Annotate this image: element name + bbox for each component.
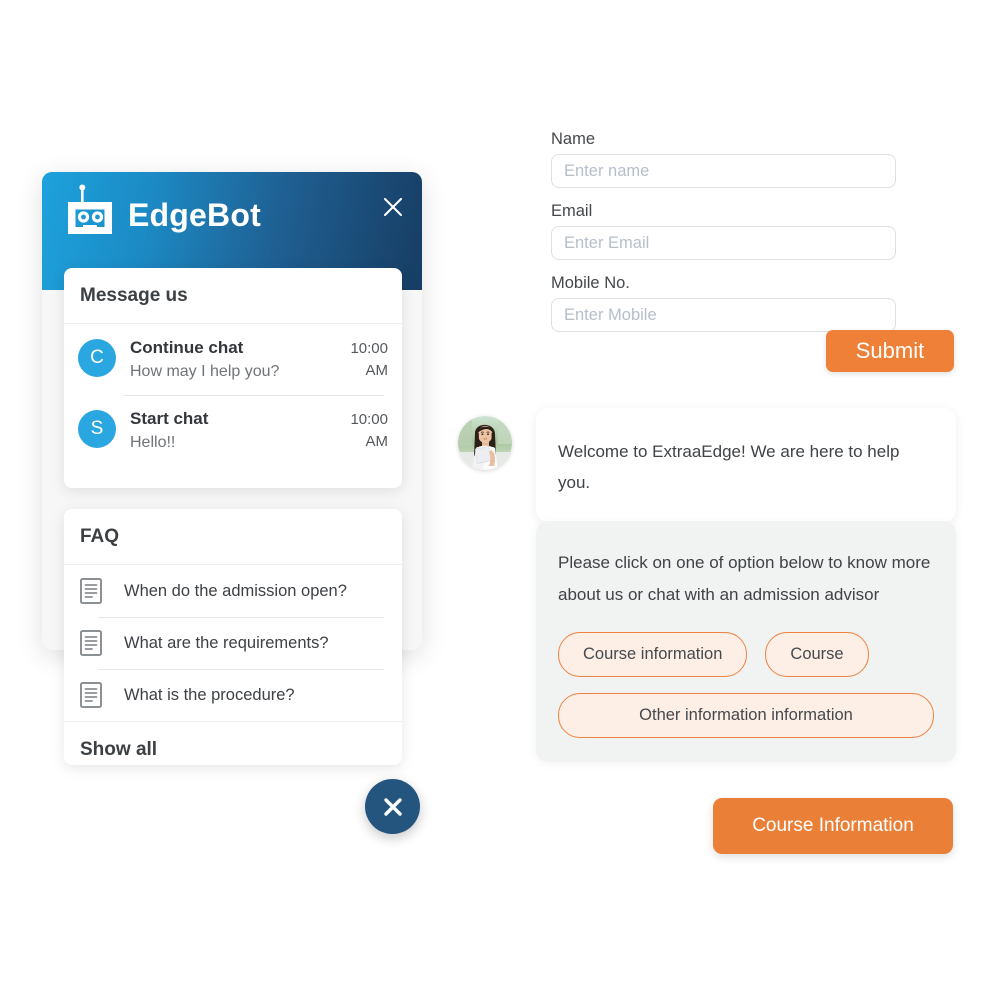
faq-item-procedure[interactable]: What is the procedure? — [64, 668, 402, 721]
mobile-label: Mobile No. — [551, 274, 630, 292]
options-bubble: Please click on one of option below to k… — [536, 521, 956, 762]
options-prompt-text: Please click on one of option below to k… — [558, 553, 931, 604]
message-subtitle: How may I help you? — [130, 362, 280, 380]
faq-item-label: What is the procedure? — [124, 685, 295, 704]
message-title: Continue chat — [130, 337, 244, 357]
email-label: Email — [551, 202, 593, 220]
email-input[interactable] — [551, 226, 896, 260]
lead-capture-form: Name Email Mobile No. Submit — [551, 128, 956, 372]
faq-show-all-button[interactable]: Show all — [64, 720, 402, 765]
message-body: Start chat Hello!! — [116, 408, 336, 454]
message-us-title: Message us — [64, 268, 402, 324]
name-label: Name — [551, 130, 596, 148]
close-circle-icon[interactable] — [365, 779, 420, 834]
widget-title: EdgeBot — [128, 197, 261, 233]
close-icon[interactable] — [380, 194, 406, 220]
submit-button[interactable]: Submit — [826, 330, 954, 372]
document-icon — [80, 681, 102, 708]
message-title: Start chat — [130, 408, 209, 428]
option-other-information[interactable]: Other information information — [558, 693, 934, 738]
message-meridiem: AM — [365, 432, 389, 450]
avatar: S — [78, 409, 116, 448]
message-meridiem: AM — [365, 361, 389, 379]
faq-item-admission-open[interactable]: When do the admission open? — [64, 565, 402, 617]
options-chip-group: Course information Course Other informat… — [558, 632, 934, 738]
message-item-start-chat[interactable]: S Start chat Hello!! 10:00 AM — [64, 394, 402, 466]
welcome-message-bubble: Welcome to ExtraaEdge! We are here to he… — [536, 408, 956, 522]
faq-item-requirements[interactable]: What are the requirements? — [64, 616, 402, 669]
option-course-information[interactable]: Course information — [558, 632, 748, 677]
message-item-continue-chat[interactable]: C Continue chat How may I help you? 10:0… — [64, 324, 402, 395]
name-input[interactable] — [551, 154, 896, 188]
message-timestamp: 10:00 AM — [336, 337, 388, 382]
faq-title: FAQ — [64, 509, 402, 565]
user-reply-bubble: Course Information — [713, 798, 953, 854]
message-time: 10:00 — [350, 339, 388, 357]
robot-icon — [59, 184, 121, 246]
faq-item-label: When do the admission open? — [124, 581, 347, 600]
agent-avatar — [458, 416, 512, 470]
mobile-input[interactable] — [551, 298, 896, 332]
faq-item-label: What are the requirements? — [124, 633, 329, 652]
faq-card: FAQ When do the admission open? What are… — [64, 509, 402, 765]
message-subtitle: Hello!! — [130, 433, 176, 451]
document-icon — [80, 629, 102, 656]
message-time: 10:00 — [350, 410, 388, 428]
avatar: C — [78, 338, 116, 377]
screen-root: EdgeBot Message us C Continue chat How m… — [0, 0, 1000, 1000]
message-timestamp: 10:00 AM — [336, 408, 388, 453]
option-course[interactable]: Course — [765, 632, 869, 677]
message-body: Continue chat How may I help you? — [116, 337, 336, 383]
document-icon — [80, 577, 102, 604]
message-us-card: Message us C Continue chat How may I hel… — [64, 268, 402, 488]
